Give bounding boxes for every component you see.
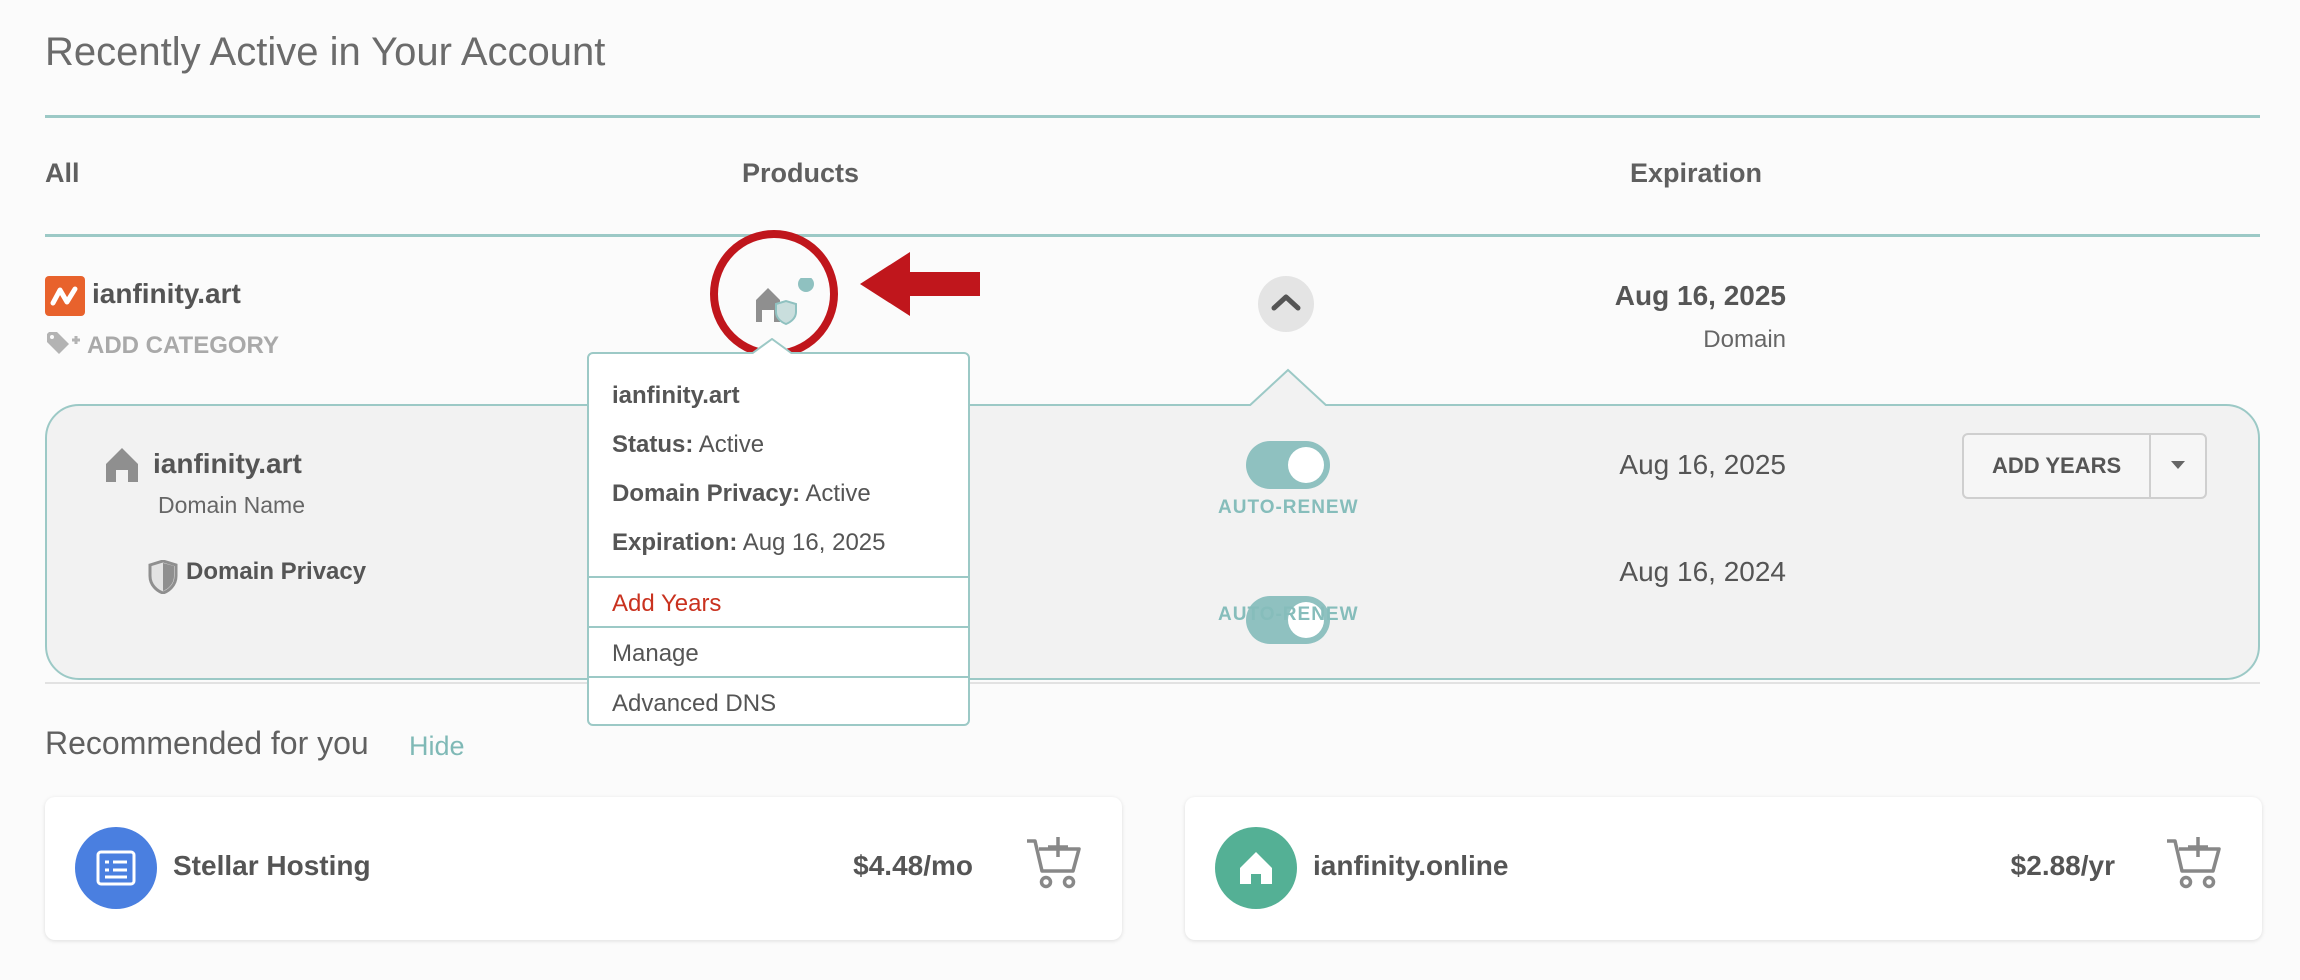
product-type: Domain — [1703, 326, 1786, 353]
add-years-button-group: ADD YEARS — [1962, 433, 2208, 499]
recommendation-card[interactable]: ianfinity.online $2.88/yr — [1185, 797, 2262, 940]
tag-plus-icon — [45, 328, 81, 363]
recommendation-price: $2.88/yr — [2010, 850, 2115, 881]
collapse-toggle-button[interactable] — [1258, 276, 1314, 332]
annotation-arrow — [858, 250, 980, 323]
popover-privacy: Domain Privacy: Active — [612, 480, 871, 507]
add-to-cart-icon[interactable] — [2165, 835, 2223, 896]
popover-advanced-dns-link[interactable]: Advanced DNS — [589, 676, 968, 724]
toggle-knob — [1288, 447, 1324, 483]
popover-add-years-link[interactable]: Add Years — [589, 576, 968, 624]
privacy-row-date: Aug 16, 2024 — [1619, 556, 1786, 587]
hide-recommended-link[interactable]: Hide — [409, 731, 465, 762]
recommended-title: Recommended for you — [45, 725, 369, 761]
column-header-all[interactable]: All — [45, 158, 80, 189]
add-years-dropdown-button[interactable] — [2151, 435, 2205, 497]
chevron-up-icon — [1270, 292, 1302, 317]
shield-icon — [148, 559, 178, 599]
expiration-date: Aug 16, 2025 — [1614, 280, 1786, 311]
add-category-button[interactable]: ADD CATEGORY — [45, 328, 279, 363]
column-rule — [45, 234, 2260, 237]
auto-renew-label-privacy: AUTO-RENEW — [1218, 604, 1359, 625]
header-rule — [45, 115, 2260, 118]
popover-manage-link[interactable]: Manage — [589, 626, 968, 674]
column-header-products[interactable]: Products — [742, 158, 859, 189]
recommendation-name: Stellar Hosting — [173, 850, 371, 881]
page-title: Recently Active in Your Account — [45, 30, 606, 74]
add-years-button[interactable]: ADD YEARS — [1964, 435, 2152, 497]
domain-row-subtitle: Domain Name — [158, 492, 305, 518]
domain-name-link[interactable]: ianfinity.art — [92, 278, 241, 310]
recommendation-price: $4.48/mo — [853, 850, 973, 881]
details-panel — [45, 404, 2260, 680]
section-divider — [45, 682, 2260, 684]
add-to-cart-icon[interactable] — [1025, 835, 1083, 896]
house-icon — [1215, 827, 1297, 909]
domain-row-date: Aug 16, 2025 — [1619, 449, 1786, 480]
popover-status: Status: Active — [612, 431, 765, 458]
auto-renew-toggle-domain[interactable] — [1246, 441, 1330, 489]
house-icon — [104, 446, 140, 489]
popover-expiration: Expiration: Aug 16, 2025 — [612, 529, 886, 556]
add-category-label: ADD CATEGORY — [87, 331, 279, 359]
popover-pointer — [749, 337, 795, 361]
privacy-row-title: Domain Privacy — [186, 558, 367, 585]
recommendation-name: ianfinity.online — [1313, 850, 1509, 881]
caret-down-icon — [2170, 457, 2186, 475]
recommendation-card[interactable]: Stellar Hosting $4.48/mo — [45, 797, 1122, 940]
popover-title: ianfinity.art — [612, 382, 740, 409]
brand-logo — [45, 276, 85, 316]
product-popover: ianfinity.art Status: Active Domain Priv… — [587, 352, 970, 726]
column-header-expiration[interactable]: Expiration — [1630, 158, 1762, 189]
hosting-icon — [75, 827, 157, 909]
domain-row-title: ianfinity.art — [153, 448, 302, 479]
auto-renew-label-domain: AUTO-RENEW — [1218, 497, 1359, 518]
panel-pointer — [1247, 368, 1329, 413]
